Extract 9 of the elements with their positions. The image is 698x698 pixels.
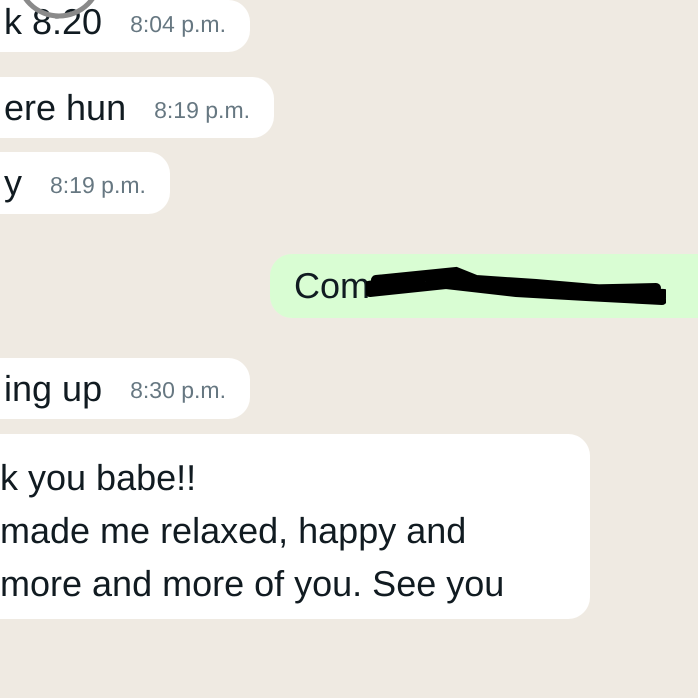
message-text: ing up (4, 366, 102, 410)
message-time: 8:19 p.m. (50, 171, 146, 200)
message-time: 8:19 p.m. (154, 96, 250, 125)
message-text: Com (294, 264, 370, 308)
message-text: ere hun (4, 86, 126, 130)
message-text: y (4, 161, 22, 205)
message-time: 8:30 p.m. (130, 376, 226, 406)
message-time: 8:04 p.m. (130, 10, 226, 39)
message-text: k you babe!! made me relaxed, happy and more and more of you. See you (0, 456, 504, 606)
